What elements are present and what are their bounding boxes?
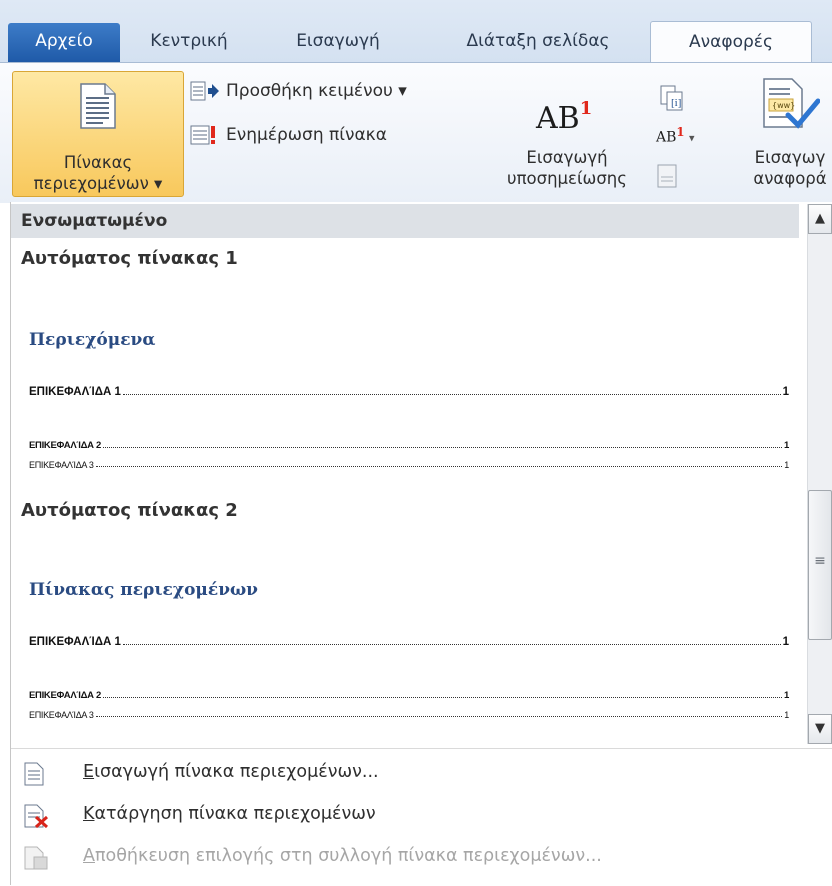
update-table-label: Ενημέρωση πίνακα <box>226 125 387 145</box>
next-footnote-button[interactable]: AB1 ▾ <box>656 125 695 146</box>
insert-endnote-icon[interactable]: [i] <box>658 85 684 111</box>
toc-row-label: ΕΠΙΚΕΦΑΛΊΔΑ 3 <box>29 710 94 720</box>
scroll-down-button[interactable]: ▼ <box>808 714 832 744</box>
insert-footnote-label: Εισαγωγή υποσημείωσης <box>507 148 627 188</box>
insert-toc-access-key: Ε <box>83 762 95 782</box>
toc-row-page: 1 <box>784 460 789 470</box>
svg-text:[i]: [i] <box>671 97 681 109</box>
table-of-contents-gallery: Ενσωματωμένο Αυτόματος πίνακας 1 Περιεχό… <box>10 202 832 886</box>
toc-row-page: 1 <box>784 440 789 451</box>
toc-preview-row: ΕΠΙΚΕΦΑΛΊΔΑ 1 1 <box>29 386 789 398</box>
toc-row-leader <box>95 465 783 467</box>
toc-row-leader <box>122 393 781 395</box>
toc-row-leader <box>95 715 783 717</box>
toc-preview-row: ΕΠΙΚΕΦΑΛΊΔΑ 2 1 <box>29 440 789 451</box>
add-text-label: Προσθήκη κειμένου ▾ <box>226 81 407 101</box>
toc-preview-row: ΕΠΙΚΕΦΑΛΊΔΑ 2 1 <box>29 690 789 701</box>
save-selection-text: ποθήκευση επιλογής στη συλλογή πίνακα πε… <box>94 846 602 866</box>
save-selection-to-gallery-command: Αποθήκευση επιλογής στη συλλογή πίνακα π… <box>11 839 821 875</box>
toc-row-label: ΕΠΙΚΕΦΑΛΊΔΑ 2 <box>29 440 101 451</box>
table-of-contents-icon <box>80 83 116 129</box>
insert-citation-label: Εισαγωγ αναφορά <box>753 148 827 188</box>
gallery-commands: Εισαγωγή πίνακα περιεχομένων... Κατάργησ… <box>11 748 832 886</box>
scroll-grip-icon: ≡ <box>814 553 826 569</box>
tab-file[interactable]: Αρχείο <box>8 23 120 62</box>
toc-preview-heading: Περιεχόμενα <box>29 330 156 350</box>
update-table-button[interactable]: Ενημέρωση πίνακα <box>190 123 387 147</box>
toc-row-leader <box>102 446 783 448</box>
toc-row-page: 1 <box>782 636 789 648</box>
toc-row-leader <box>122 643 781 645</box>
add-text-button[interactable]: Προσθήκη κειμένου ▾ <box>190 79 407 103</box>
insert-toc-command[interactable]: Εισαγωγή πίνακα περιεχομένων... <box>11 755 821 791</box>
insert-citation-icon: {ww} <box>763 78 820 129</box>
toc-preview-heading: Πίνακας περιεχομένων <box>29 580 258 600</box>
ribbon: Πίνακας περιεχομένων ▾ Προσθήκη κειμένου… <box>0 62 832 203</box>
toc-row-label: ΕΠΙΚΕΦΑΛΊΔΑ 1 <box>29 636 121 648</box>
remove-toc-access-key: Κ <box>83 804 95 824</box>
remove-document-icon <box>24 804 49 828</box>
ribbon-tab-strip: Αρχείο Κεντρική Εισαγωγή Διάταξη σελίδας… <box>0 0 832 65</box>
toc-row-leader <box>102 696 783 698</box>
tab-insert[interactable]: Εισαγωγή <box>278 23 398 62</box>
scroll-thumb[interactable]: ≡ <box>808 490 832 640</box>
add-text-icon <box>190 81 219 101</box>
update-table-icon <box>190 125 215 145</box>
show-notes-icon[interactable] <box>656 163 678 189</box>
remove-toc-text: ατάργηση πίνακα περιεχομένων <box>94 804 376 824</box>
tab-page-layout[interactable]: Διάταξη σελίδας <box>442 23 634 62</box>
toc-preview-row: ΕΠΙΚΕΦΑΛΊΔΑ 1 1 <box>29 636 789 648</box>
next-footnote-icon: AB <box>656 129 677 146</box>
scroll-up-button[interactable]: ▲ <box>808 204 832 234</box>
save-selection-access-key: Α <box>83 846 95 866</box>
toc-row-label: ΕΠΙΚΕΦΑΛΊΔΑ 3 <box>29 460 94 470</box>
footnote-icon-sup: 1 <box>579 98 593 119</box>
remove-toc-command[interactable]: Κατάργηση πίνακα περιεχομένων <box>11 797 821 833</box>
insert-footnote-icon: AB1 <box>536 98 593 136</box>
save-selection-label: Αποθήκευση επιλογής στη συλλογή πίνακα π… <box>83 846 602 866</box>
toc-row-page: 1 <box>782 386 789 398</box>
remove-toc-label: Κατάργηση πίνακα περιεχομένων <box>83 804 376 824</box>
gallery-item-title: Αυτόματος πίνακας 2 <box>21 500 238 521</box>
table-of-contents-label: Πίνακας περιεχομένων ▾ <box>33 153 163 193</box>
next-footnote-sup: 1 <box>676 125 685 139</box>
insert-toc-label: Εισαγωγή πίνακα περιεχομένων... <box>83 762 379 782</box>
save-to-gallery-icon <box>24 846 48 870</box>
toc-row-label: ΕΠΙΚΕΦΑΛΊΔΑ 2 <box>29 690 101 701</box>
gallery-item-title: Αυτόματος πίνακας 1 <box>21 248 238 269</box>
tab-references[interactable]: Αναφορές <box>650 21 812 65</box>
toc-row-page: 1 <box>784 710 789 720</box>
insert-toc-text: ισαγωγή πίνακα περιεχομένων... <box>94 762 379 782</box>
table-of-contents-button[interactable]: Πίνακας περιεχομένων ▾ <box>12 71 184 197</box>
document-icon <box>24 762 44 786</box>
tab-home[interactable]: Κεντρική <box>135 23 243 62</box>
gallery-section-header: Ενσωματωμένο <box>11 204 799 238</box>
gallery-scrollbar[interactable]: ▲ ≡ ▼ <box>807 204 832 744</box>
toc-preview-row: ΕΠΙΚΕΦΑΛΊΔΑ 3 1 <box>29 710 789 720</box>
toc-preview-row: ΕΠΙΚΕΦΑΛΊΔΑ 3 1 <box>29 460 789 470</box>
next-footnote-dropdown-arrow: ▾ <box>688 131 695 145</box>
footnote-icon-text: AB <box>536 101 580 136</box>
toc-row-page: 1 <box>784 690 789 701</box>
svg-text:{ww}: {ww} <box>772 101 795 110</box>
toc-row-label: ΕΠΙΚΕΦΑΛΊΔΑ 1 <box>29 386 121 398</box>
